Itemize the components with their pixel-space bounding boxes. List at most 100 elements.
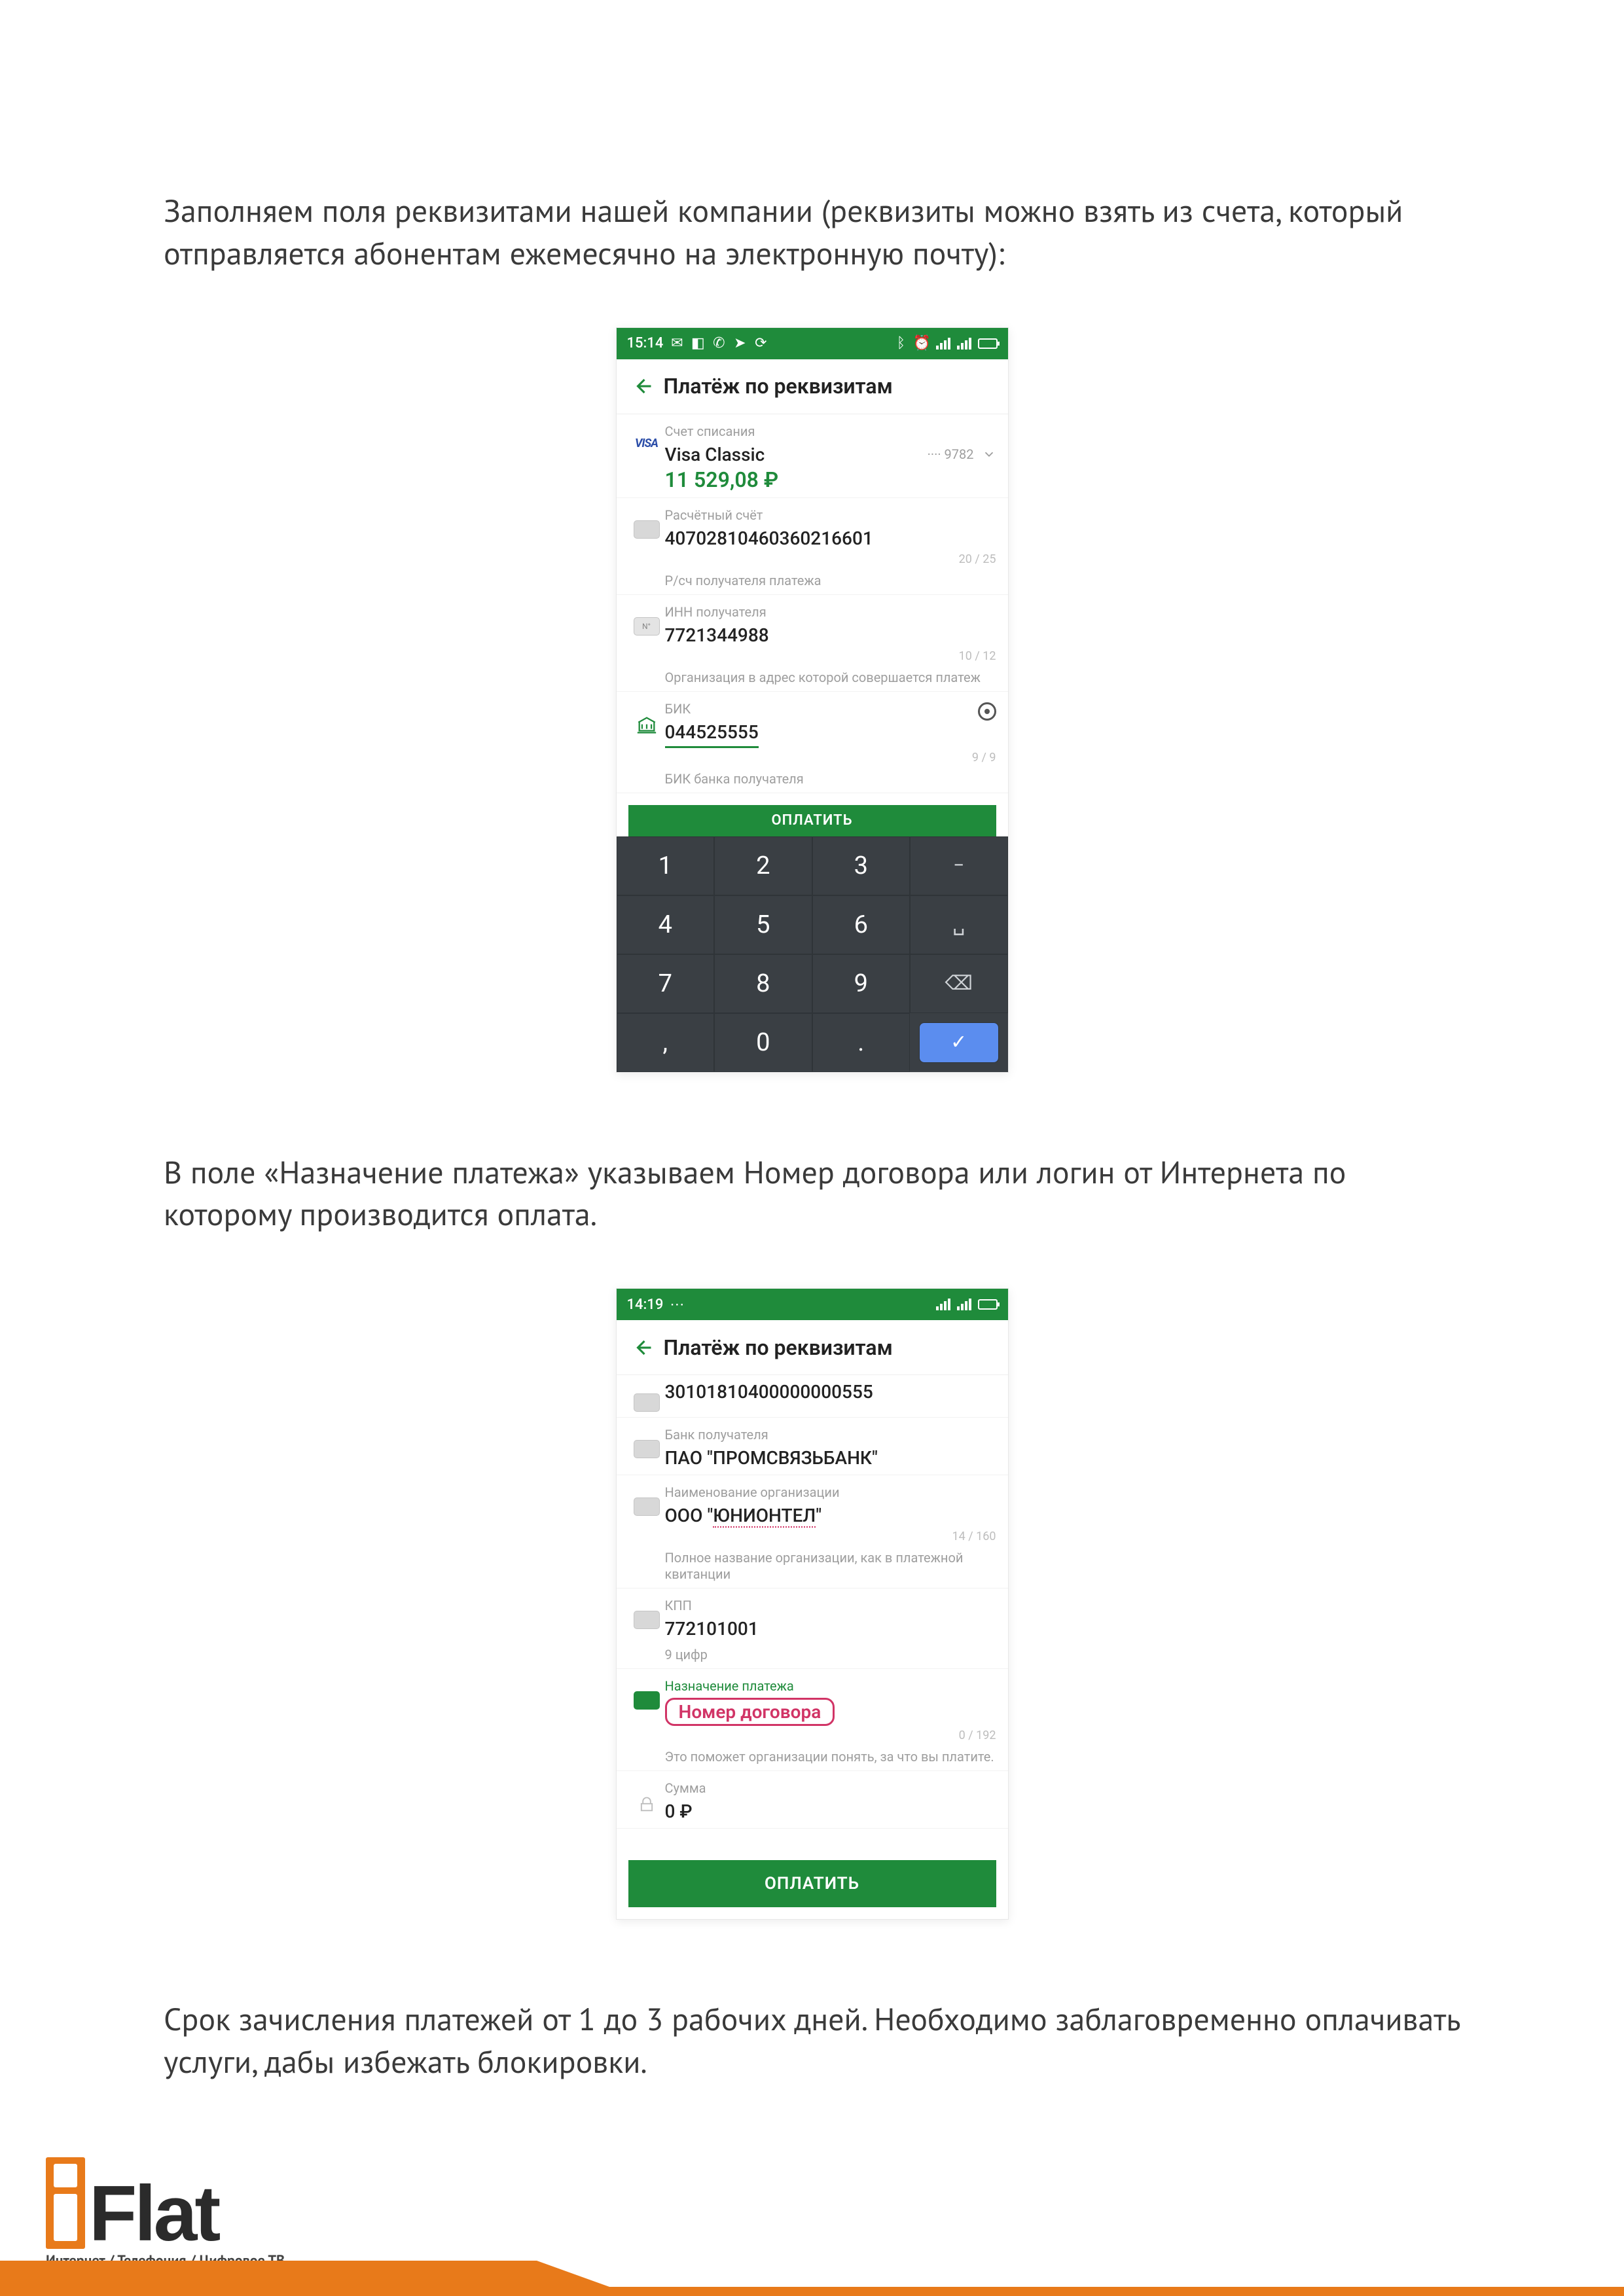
inn-note: Организация в адрес которой совершается …	[665, 670, 996, 686]
bik-row[interactable]: БИК 044525555 9 / 9 БИК банка получателя	[617, 692, 1008, 793]
footer-bar	[0, 2287, 1624, 2296]
screenshot-1: 15:14 ✉ ◧ ✆ ➤ ⟳ ᛒ ⏰ Платёж по реквизитам	[616, 327, 1009, 1073]
app-bar-2: Платёж по реквизитам	[617, 1320, 1008, 1375]
account-value: 40702810460360216601	[665, 527, 996, 550]
org-row[interactable]: Наименование организации ООО "ЮНИОНТЕЛ" …	[617, 1475, 1008, 1588]
status-time-2: 14:19	[627, 1297, 664, 1313]
inn-row[interactable]: N° ИНН получателя 7721344988 10 / 12 Орг…	[617, 595, 1008, 692]
card-name: Visa Classic	[665, 443, 765, 466]
screen-title: Платёж по реквизитам	[664, 374, 893, 399]
key-0[interactable]: 0	[714, 1013, 812, 1072]
bik-value: 044525555	[665, 721, 996, 748]
chip-icon-2a	[634, 1393, 660, 1412]
signal-icon-4	[957, 1299, 971, 1310]
msg-icon: ✉	[670, 336, 684, 351]
bik-label: БИК	[665, 701, 996, 717]
alarm-icon: ⏰	[915, 336, 929, 351]
chip-icon-2b	[634, 1440, 660, 1458]
intro-paragraph-3: Срок зачисления платежей от 1 до 3 рабоч…	[164, 1998, 1460, 2083]
card-chip-icon	[634, 520, 660, 539]
signal-icon-3	[936, 1299, 950, 1310]
key-3[interactable]: 3	[812, 836, 911, 895]
pay-button[interactable]: ОПЛАТИТЬ	[628, 805, 996, 836]
numeric-keypad: 1 2 3 − 4 5 6 ␣ 7 8 9 ⌫ , 0 . ✓	[617, 836, 1008, 1072]
purpose-row[interactable]: Назначение платежа Номер договора 0 / 19…	[617, 1669, 1008, 1771]
card-label: Счет списания	[665, 423, 996, 439]
purpose-note: Это поможет организации понять, за что в…	[665, 1749, 996, 1765]
key-1[interactable]: 1	[617, 836, 715, 895]
key-done[interactable]: ✓	[919, 1022, 999, 1063]
kpp-value: 772101001	[665, 1617, 996, 1640]
kpp-label: КПП	[665, 1598, 996, 1613]
more-icon: ⋯	[670, 1297, 684, 1312]
purpose-counter: 0 / 192	[665, 1729, 996, 1742]
account-note: Р/сч получателя платежа	[665, 573, 996, 589]
kpp-note: 9 цифр	[665, 1647, 996, 1663]
corr-account-value: 30101810400000000555	[665, 1380, 996, 1403]
whatsapp-icon: ✆	[712, 336, 726, 351]
org-value: ООО "ЮНИОНТЕЛ"	[665, 1504, 996, 1527]
amount-row[interactable]: Сумма 0 ₽	[617, 1771, 1008, 1829]
back-button[interactable]	[628, 372, 657, 401]
bik-counter: 9 / 9	[665, 751, 996, 764]
bank-label: Банк получателя	[665, 1427, 996, 1443]
amount-label: Сумма	[665, 1780, 996, 1796]
back-button-2[interactable]	[628, 1333, 657, 1362]
visa-icon: VISA	[635, 437, 658, 450]
logo-text: Flat	[89, 2178, 218, 2249]
intro-paragraph-2: В поле «Назначение платежа» указываем Но…	[164, 1151, 1460, 1236]
purpose-highlight: Номер договора	[665, 1698, 996, 1726]
chevron-down-icon	[982, 447, 996, 461]
screenshot-2: 14:19 ⋯ Платёж по реквизитам 30101810400…	[616, 1288, 1009, 1920]
card-balance: 11 529,08 ₽	[665, 467, 996, 492]
bank-icon	[628, 701, 665, 787]
corr-account-row[interactable]: 30101810400000000555	[617, 1375, 1008, 1418]
key-2[interactable]: 2	[714, 836, 812, 895]
bt-icon: ᛒ	[894, 336, 909, 351]
key-4[interactable]: 4	[617, 895, 715, 954]
inn-chip-icon: N°	[634, 617, 660, 636]
signal-icon-2	[957, 338, 971, 350]
screen-title-2: Платёж по реквизитам	[664, 1335, 893, 1360]
target-icon[interactable]	[978, 702, 996, 721]
bank-row[interactable]: Банк получателя ПАО "ПРОМСВЯЗЬБАНК"	[617, 1418, 1008, 1475]
kpp-row[interactable]: КПП 772101001 9 цифр	[617, 1588, 1008, 1669]
key-dot[interactable]: .	[812, 1013, 911, 1072]
status-bar-2: 14:19 ⋯	[617, 1289, 1008, 1320]
page-footer: Flat Интернет / Телефония / Цифровое ТВ	[0, 2157, 1624, 2270]
key-9[interactable]: 9	[812, 954, 911, 1013]
key-7[interactable]: 7	[617, 954, 715, 1013]
status-bar: 15:14 ✉ ◧ ✆ ➤ ⟳ ᛒ ⏰	[617, 328, 1008, 359]
purpose-label: Назначение платежа	[665, 1678, 996, 1694]
inn-label: ИНН получателя	[665, 604, 996, 620]
key-8[interactable]: 8	[714, 954, 812, 1013]
brand-logo: Flat	[46, 2157, 1578, 2249]
status-time: 15:14	[627, 335, 664, 351]
key-space[interactable]: ␣	[910, 895, 1008, 954]
org-label: Наименование организации	[665, 1484, 996, 1500]
chip-icon-2c	[634, 1498, 660, 1516]
bik-note: БИК банка получателя	[665, 771, 996, 787]
card-last4: ···· 9782	[928, 446, 974, 462]
chip-icon-2e	[634, 1691, 660, 1710]
account-counter: 20 / 25	[665, 552, 996, 566]
org-note: Полное название организации, как в плате…	[665, 1550, 996, 1583]
bank-value: ПАО "ПРОМСВЯЗЬБАНК"	[665, 1446, 996, 1469]
org-counter: 14 / 160	[665, 1530, 996, 1543]
signal-icon-1	[936, 338, 950, 350]
key-backspace[interactable]: ⌫	[910, 954, 1008, 1013]
telegram-icon: ➤	[732, 336, 747, 351]
key-5[interactable]: 5	[714, 895, 812, 954]
pay-button-2[interactable]: ОПЛАТИТЬ	[628, 1860, 996, 1907]
app-bar: Платёж по реквизитам	[617, 359, 1008, 414]
intro-paragraph-1: Заполняем поля реквизитами нашей компани…	[164, 190, 1460, 275]
key-comma[interactable]: ,	[617, 1013, 715, 1072]
account-number-row[interactable]: Расчётный счёт 40702810460360216601 20 /…	[617, 498, 1008, 595]
key-6[interactable]: 6	[812, 895, 911, 954]
account-label: Расчётный счёт	[665, 507, 996, 523]
chip-icon-2d	[634, 1611, 660, 1629]
debit-account-row[interactable]: VISA Счет списания Visa Classic ···· 978…	[617, 414, 1008, 498]
battery-icon	[978, 338, 998, 349]
key-minus[interactable]: −	[910, 836, 1008, 895]
app-icon-1: ◧	[691, 336, 705, 351]
